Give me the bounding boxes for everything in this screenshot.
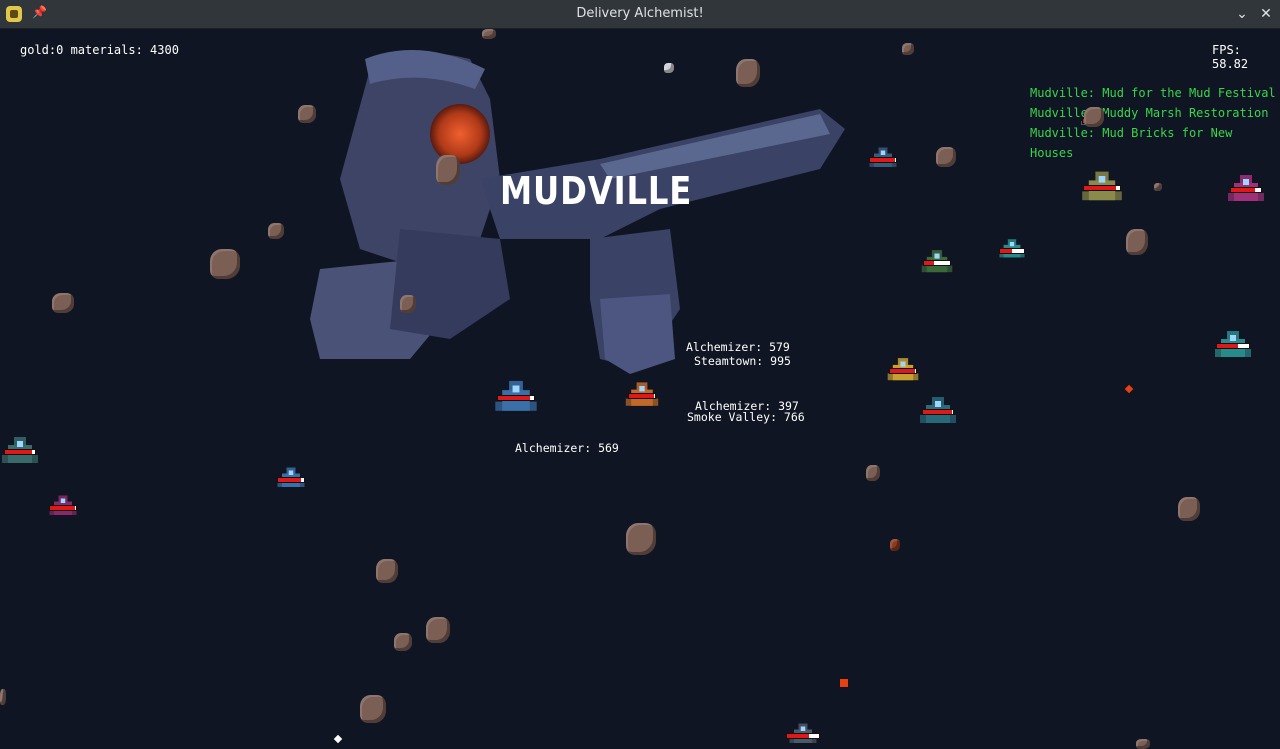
asteroid bbox=[866, 465, 880, 481]
quest-item: Mudville: Mud for the Mud Festival bbox=[1030, 86, 1276, 100]
asteroid bbox=[268, 223, 284, 239]
health-bar bbox=[889, 368, 917, 374]
enemy-ship[interactable] bbox=[1078, 165, 1126, 209]
asteroid bbox=[298, 105, 316, 123]
asteroid bbox=[394, 633, 412, 651]
health-bar bbox=[497, 395, 535, 401]
health-bar bbox=[277, 477, 305, 483]
asteroid bbox=[210, 249, 240, 279]
health-bar bbox=[1216, 343, 1250, 349]
enemy-ship[interactable] bbox=[866, 143, 900, 173]
asteroid bbox=[1136, 739, 1150, 749]
enemy-ship[interactable] bbox=[624, 377, 660, 413]
resource-counter: gold:0 materials: 4300 bbox=[20, 43, 179, 57]
asteroid bbox=[376, 559, 398, 583]
asteroid bbox=[1126, 229, 1148, 255]
health-bar bbox=[628, 393, 656, 399]
quest-item: Mudville: Muddy Marsh Restoration bbox=[1030, 106, 1269, 120]
enemy-ship[interactable] bbox=[46, 491, 80, 521]
enemy-ship[interactable] bbox=[886, 353, 920, 387]
close-icon[interactable]: ✕ bbox=[1256, 4, 1276, 24]
enemy-ship[interactable] bbox=[274, 463, 308, 493]
health-bar bbox=[923, 260, 951, 266]
enemy-ship[interactable] bbox=[918, 391, 958, 431]
health-bar bbox=[1083, 185, 1121, 191]
asteroid bbox=[1178, 497, 1200, 521]
asteroid bbox=[482, 29, 496, 39]
enemy-ship[interactable] bbox=[1212, 325, 1254, 365]
projectile bbox=[1124, 384, 1134, 394]
asteroid bbox=[400, 295, 416, 313]
ship-label: Alchemizer: 569 bbox=[515, 441, 619, 455]
health-bar bbox=[869, 157, 897, 163]
health-bar bbox=[786, 733, 820, 739]
asteroid bbox=[626, 523, 656, 555]
health-bar bbox=[999, 248, 1025, 254]
enemy-ship[interactable] bbox=[996, 235, 1028, 263]
asteroid bbox=[426, 617, 450, 643]
location-title: MUDVILLE bbox=[500, 169, 693, 213]
ship-label: Smoke Valley: 766 bbox=[687, 410, 805, 424]
game-canvas[interactable]: gold:0 materials: 4300 FPS: 58.82 Mudvil… bbox=[0, 29, 1280, 749]
asteroid bbox=[902, 43, 914, 55]
fps-counter: FPS: 58.82 bbox=[1212, 43, 1249, 71]
asteroid bbox=[736, 59, 760, 87]
projectile bbox=[333, 734, 343, 744]
enemy-ship[interactable] bbox=[782, 719, 824, 749]
health-bar bbox=[4, 449, 36, 455]
projectile bbox=[840, 679, 848, 687]
asteroid bbox=[1154, 183, 1162, 191]
window-title: Delivery Alchemist! bbox=[576, 6, 704, 21]
asteroid bbox=[1084, 107, 1104, 127]
asteroid bbox=[52, 293, 74, 313]
asteroid bbox=[360, 695, 386, 723]
asteroid bbox=[0, 689, 6, 705]
asteroid bbox=[936, 147, 956, 167]
enemy-ship[interactable] bbox=[1226, 169, 1266, 209]
health-bar bbox=[1230, 187, 1262, 193]
ship-label: Alchemizer: 579 bbox=[686, 340, 790, 354]
ship-label: Steamtown: 995 bbox=[694, 354, 791, 368]
health-bar bbox=[922, 409, 954, 415]
quest-item: Mudville: Mud Bricks for New Houses bbox=[1030, 126, 1233, 160]
window-titlebar: 📌 Delivery Alchemist! ⌄ ✕ bbox=[0, 0, 1280, 29]
minimize-chevron-icon[interactable]: ⌄ bbox=[1232, 4, 1252, 24]
health-bar bbox=[49, 505, 77, 511]
quest-list: Mudville: Mud for the Mud Festival Mudvi… bbox=[1030, 83, 1280, 163]
player-ship[interactable] bbox=[492, 374, 540, 420]
enemy-ship[interactable] bbox=[920, 245, 954, 279]
asteroid bbox=[664, 63, 674, 73]
mech-background-art bbox=[310, 50, 845, 374]
asteroid bbox=[436, 155, 460, 185]
enemy-ship[interactable] bbox=[0, 429, 40, 473]
asteroid bbox=[890, 539, 900, 551]
